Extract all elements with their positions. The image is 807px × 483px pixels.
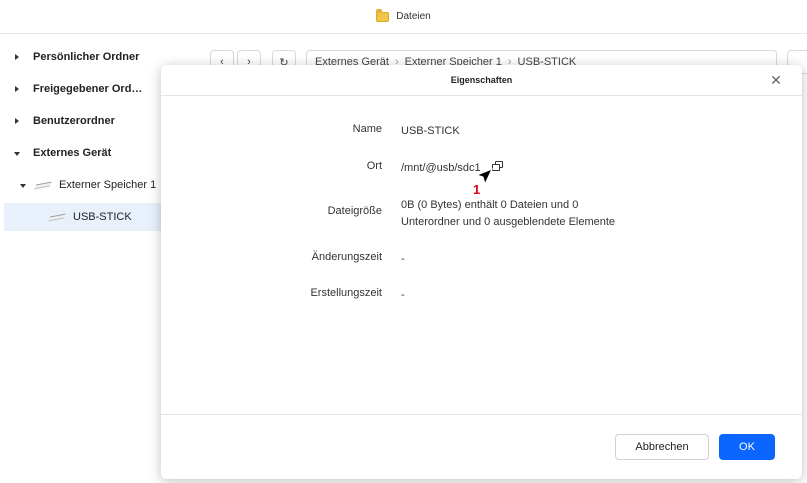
sidebar-item-external-storage-1[interactable]: Externer Speicher 1: [4, 171, 174, 199]
properties-dialog: Eigenschaften ✕ Name USB-STICK Ort /mnt/…: [161, 65, 802, 479]
ok-button[interactable]: OK: [719, 434, 775, 460]
sidebar-item-label: Benutzerordner: [33, 115, 115, 127]
sidebar-item-usb-stick[interactable]: USB-STICK: [4, 203, 165, 231]
close-icon[interactable]: ✕: [768, 72, 784, 88]
sidebar-item-label: Externes Gerät: [33, 147, 112, 159]
property-value-line: 0B (0 Bytes) enthält 0 Dateien und 0: [401, 199, 579, 211]
property-label: Erstellungszeit: [310, 287, 382, 299]
sidebar-item-user-folder[interactable]: Benutzerordner: [4, 107, 174, 135]
property-value: 0B (0 Bytes) enthält 0 Dateien und 0 Unt…: [401, 197, 615, 231]
dialog-title: Eigenschaften: [450, 75, 513, 85]
property-label: Änderungszeit: [311, 251, 382, 263]
folder-icon: [376, 8, 390, 22]
sidebar-item-external-device[interactable]: Externes Gerät: [4, 139, 174, 167]
sidebar: Persönlicher Ordner Freigegebener Ord… B…: [0, 34, 165, 483]
sidebar-item-label: Freigegebener Ord…: [33, 83, 143, 95]
usb-drive-icon: [48, 213, 66, 221]
sidebar-item-shared-folder[interactable]: Freigegebener Ord…: [4, 75, 174, 103]
dialog-footer-divider: [161, 414, 802, 415]
collapse-icon[interactable]: [20, 184, 26, 188]
external-drive-icon: [34, 181, 52, 189]
expand-icon[interactable]: [15, 54, 19, 60]
expand-icon[interactable]: [15, 86, 19, 92]
sidebar-item-label: Externer Speicher 1: [59, 179, 157, 191]
property-label: Dateigröße: [327, 205, 382, 217]
window-title: Dateien: [396, 11, 431, 22]
property-value: USB-STICK: [401, 125, 460, 137]
collapse-icon[interactable]: [14, 152, 20, 156]
property-value-line: Unterordner und 0 ausgeblendete Elemente: [401, 216, 616, 228]
copy-icon[interactable]: [491, 161, 505, 173]
sidebar-item-personal-folder[interactable]: Persönlicher Ordner: [4, 43, 174, 71]
property-value: -: [401, 253, 405, 265]
property-label: Name: [352, 123, 382, 135]
annotation-step-number: 1: [473, 182, 481, 197]
expand-icon[interactable]: [15, 118, 19, 124]
sidebar-item-label: Persönlicher Ordner: [33, 51, 140, 63]
dialog-header: Eigenschaften ✕: [161, 65, 802, 96]
cancel-button[interactable]: Abbrechen: [615, 434, 709, 460]
property-value: -: [401, 289, 405, 301]
title-bar: Dateien: [0, 0, 807, 34]
sidebar-item-label: USB-STICK: [73, 211, 132, 223]
property-label: Ort: [366, 160, 382, 172]
property-value: /mnt/@usb/sdc1: [401, 162, 481, 174]
